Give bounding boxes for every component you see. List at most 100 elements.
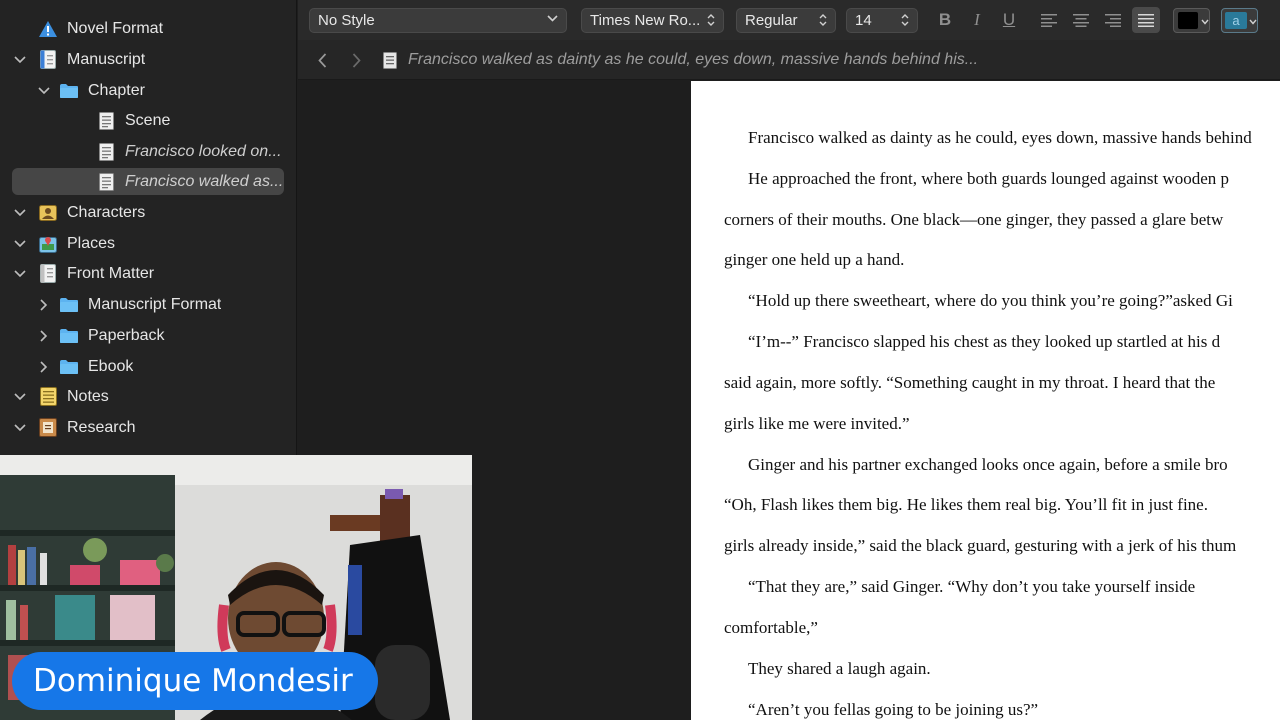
paragraph-style-select[interactable]: No Style	[309, 8, 567, 33]
binder-item-label: Research	[67, 418, 136, 436]
binder-item-label: Manuscript Format	[88, 295, 222, 313]
binder-item-label: Francisco walked as...	[125, 172, 284, 190]
align-right-icon	[1105, 14, 1121, 27]
text-line: corners of their mouths. One black—one g…	[724, 210, 1224, 229]
binder-item-characters[interactable]: Characters	[12, 199, 284, 226]
chevron-right-icon	[352, 52, 361, 68]
font-size-value: 14	[855, 12, 872, 29]
folder-icon	[59, 81, 79, 101]
format-toolbar: No Style Times New Ro... Regular 14 B I …	[298, 0, 1280, 40]
binder-item-scene[interactable]: Scene	[12, 107, 284, 134]
document-icon	[378, 48, 402, 72]
chevron-down-icon[interactable]	[12, 389, 28, 405]
folder-icon	[59, 357, 79, 377]
document-icon	[96, 172, 116, 192]
chevron-down-icon[interactable]	[12, 236, 28, 252]
italic-button[interactable]: I	[966, 9, 988, 31]
text-line: “Hold up there sweetheart, where do you …	[748, 291, 1233, 310]
font-size-select[interactable]: 14	[846, 8, 918, 33]
folder-icon	[59, 295, 79, 315]
chevron-down-icon	[1249, 12, 1257, 30]
binder-item-label: Manuscript	[67, 50, 146, 68]
align-center-button[interactable]	[1070, 9, 1092, 31]
document-title: Francisco walked as dainty as he could, …	[408, 51, 979, 68]
text-line: “That they are,” said Ginger. “Why don’t…	[748, 577, 1196, 596]
align-right-button[interactable]	[1102, 9, 1124, 31]
research-icon	[38, 418, 58, 438]
binder-item-label: Paperback	[88, 326, 165, 344]
back-button[interactable]	[310, 48, 334, 72]
binder-item-label: Chapter	[88, 81, 145, 99]
highlight-color-swatch: a	[1225, 12, 1247, 29]
binder-item-label: Front Matter	[67, 264, 155, 282]
characters-icon	[38, 203, 58, 223]
paragraph-style-value: No Style	[318, 12, 375, 29]
chevron-down-icon[interactable]	[12, 266, 28, 282]
binder-item-label: Scene	[125, 111, 171, 129]
text-line: “Aren’t you fellas going to be joining u…	[748, 700, 1039, 719]
binder-item-manuscript[interactable]: Manuscript	[12, 46, 284, 73]
binder-item-label: Characters	[67, 203, 146, 221]
bold-button[interactable]: B	[934, 9, 956, 31]
binder-item-label: Novel Format	[67, 19, 164, 37]
text-line: girls already inside,” said the black gu…	[724, 536, 1237, 555]
binder-item-places[interactable]: Places	[12, 230, 284, 257]
chevron-down-icon	[1201, 12, 1209, 30]
binder-item-label: Ebook	[88, 357, 134, 375]
document-page[interactable]: Francisco walked as dainty as he could, …	[691, 81, 1280, 720]
chevron-right-icon[interactable]	[36, 297, 52, 313]
stepper-chevron-icon	[707, 13, 715, 30]
text-line: ginger one held up a hand.	[724, 250, 905, 269]
text-color-button[interactable]	[1173, 8, 1210, 33]
binder-item-notes[interactable]: Notes	[12, 383, 284, 410]
text-color-swatch	[1178, 12, 1198, 29]
font-weight-value: Regular	[745, 12, 798, 29]
align-left-button[interactable]	[1038, 9, 1060, 31]
chevron-down-icon	[547, 15, 558, 25]
chevron-down-icon[interactable]	[12, 205, 28, 221]
underline-button[interactable]: U	[998, 9, 1020, 31]
stepper-chevron-icon	[819, 13, 827, 30]
binder-item-francisco-walked-as[interactable]: Francisco walked as...	[12, 168, 284, 195]
document-icon	[96, 142, 116, 162]
binder-item-paperback[interactable]: Paperback	[12, 322, 284, 349]
binder-item-research[interactable]: Research	[12, 414, 284, 441]
text-line: girls like me were invited.”	[724, 414, 910, 433]
chevron-down-icon[interactable]	[36, 83, 52, 99]
binder-item-chapter[interactable]: Chapter	[12, 77, 284, 104]
notes-icon	[38, 387, 58, 407]
text-line: Francisco walked as dainty as he could, …	[748, 128, 1252, 147]
binder-item-novel-format[interactable]: Novel Format	[12, 15, 284, 42]
binder-item-manuscript-format[interactable]: Manuscript Format	[12, 291, 284, 318]
justify-icon	[1138, 14, 1154, 27]
font-weight-select[interactable]: Regular	[736, 8, 836, 33]
highlight-color-button[interactable]: a	[1221, 8, 1258, 33]
justify-button[interactable]	[1132, 7, 1160, 33]
binder-item-label: Notes	[67, 387, 109, 405]
text-line: said again, more softly. “Something caug…	[724, 373, 1216, 392]
chevron-right-icon[interactable]	[36, 359, 52, 375]
align-left-icon	[1041, 14, 1057, 27]
text-line: They shared a laugh again.	[748, 659, 931, 678]
text-line: comfortable,”	[724, 618, 818, 637]
binder-item-front-matter[interactable]: Front Matter	[12, 260, 284, 287]
document-icon	[96, 111, 116, 131]
chevron-left-icon	[317, 52, 326, 68]
places-icon	[38, 234, 58, 254]
chevron-right-icon[interactable]	[36, 328, 52, 344]
binder-item-label: Places	[67, 234, 116, 252]
binder-item-francisco-looked-on[interactable]: Francisco looked on...	[12, 138, 284, 165]
font-family-select[interactable]: Times New Ro...	[581, 8, 724, 33]
chevron-down-icon[interactable]	[12, 52, 28, 68]
warning-icon	[38, 19, 58, 39]
forward-button[interactable]	[344, 48, 368, 72]
text-line: “I’m--” Francisco slapped his chest as t…	[748, 332, 1221, 351]
text-line: He approached the front, where both guar…	[748, 169, 1230, 188]
chevron-down-icon[interactable]	[12, 420, 28, 436]
stepper-chevron-icon	[901, 13, 909, 30]
binder-item-ebook[interactable]: Ebook	[12, 353, 284, 380]
folder-icon	[59, 326, 79, 346]
binder-item-label: Francisco looked on...	[125, 142, 282, 160]
align-center-icon	[1073, 14, 1089, 27]
text-line: “Oh, Flash likes them big. He likes them…	[724, 495, 1208, 514]
